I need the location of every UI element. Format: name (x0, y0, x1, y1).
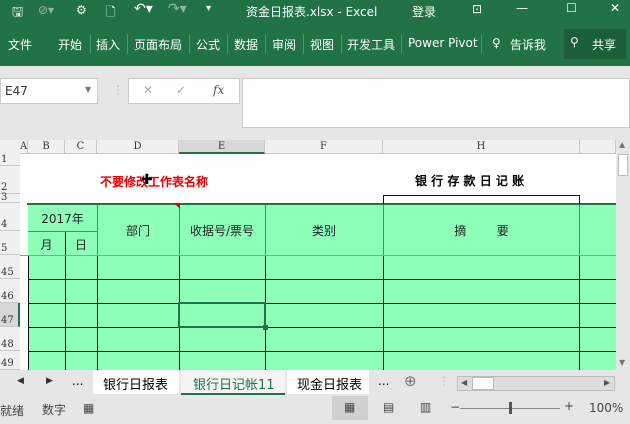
year-header: 2017年 (41, 212, 84, 226)
customize-qat-icon[interactable]: ▾ (206, 3, 211, 14)
column-header-h[interactable]: H (383, 140, 580, 154)
scroll-down-icon[interactable]: ▼ (619, 358, 625, 367)
row-header-49[interactable]: 49 (0, 351, 20, 370)
insert-function-icon[interactable]: fx (213, 83, 224, 97)
zoom-out-button[interactable]: − (450, 400, 460, 414)
grid-icon: ▦ (344, 400, 356, 414)
tab-home[interactable]: 开始 (58, 36, 82, 53)
tab-scroll-right-icon[interactable]: ▶ (46, 376, 53, 386)
day-header: 日 (74, 238, 87, 252)
sheet-tab-bar: ◀ ▶ ... 银行日报表 银行日记帐11 现金日报表 ... ⊕ ⋮ ◀ ▶ (0, 370, 630, 396)
row-header-4[interactable]: 4 (0, 203, 20, 231)
tab-power-pivot[interactable]: Power Pivot (408, 36, 478, 50)
zoom-level[interactable]: 100% (589, 401, 623, 415)
column-header-b[interactable]: B (28, 140, 65, 154)
status-bar: 就绪 数字 ▦ ▦ ▤ ▥ − + 100% (0, 396, 630, 424)
touch-mode-icon[interactable]: ⊘▾ (38, 3, 54, 17)
horizontal-scrollbar[interactable]: ◀ ▶ (457, 376, 615, 391)
row-header-3[interactable]: 3 (0, 193, 20, 203)
column-header-f[interactable]: F (265, 140, 383, 154)
row-header-45[interactable]: 45 (0, 255, 20, 279)
row-header-47[interactable]: 47 (0, 303, 20, 327)
tab-insert[interactable]: 插入 (96, 36, 120, 53)
tabs-more-left[interactable]: ... (72, 374, 83, 388)
tab-review[interactable]: 审阅 (272, 36, 296, 53)
page-layout-view-icon[interactable]: ▤ (383, 400, 394, 414)
page-break-view-icon[interactable]: ▥ (420, 400, 431, 414)
formula-buttons: ✕ ✓ fx (128, 78, 240, 104)
title-bar: 🖫 ⊘▾ ⚙ 🗋 ↶▾ ↷▾ ▾ 资金日报表.xlsx - Excel 登录 ⊡… (0, 0, 630, 22)
comment-indicator-icon[interactable] (174, 203, 180, 209)
column-header-i[interactable] (580, 140, 616, 154)
splitter-handle[interactable]: ⋮ (112, 83, 124, 97)
row-header-46[interactable]: 46 (0, 279, 20, 303)
undo-icon[interactable]: ↶▾ (134, 1, 153, 17)
row-header-2[interactable]: 2 (0, 166, 20, 194)
formula-bar: E47 ▼ ⋮ ✕ ✓ fx (0, 66, 630, 140)
zoom-slider-thumb[interactable] (509, 402, 512, 414)
formula-input[interactable] (242, 78, 630, 128)
scroll-thumb[interactable] (618, 154, 628, 176)
person-icon: ⚲ (570, 35, 579, 49)
tab-page-layout[interactable]: 页面布局 (134, 36, 182, 53)
close-button[interactable]: ✕ (610, 1, 620, 15)
window-title: 资金日报表.xlsx - Excel (246, 5, 378, 19)
row-header-48[interactable]: 48 (0, 327, 20, 351)
tab-data[interactable]: 数据 (234, 36, 258, 53)
tab-scroll-left-icon[interactable]: ◀ (17, 376, 24, 386)
sheet-title: 银 行 存 款 日 记 账 (415, 174, 525, 188)
active-cell-e47[interactable] (178, 302, 266, 328)
sheet-tab-bank-daily[interactable]: 银行日报表 (93, 370, 179, 394)
cancel-icon[interactable]: ✕ (143, 83, 153, 97)
sheet-tab-cash-daily[interactable]: 现金日报表 (287, 370, 369, 394)
name-box[interactable]: E47 ▼ (0, 78, 98, 104)
tab-developer[interactable]: 开发工具 (347, 36, 395, 53)
login-link[interactable]: 登录 (412, 3, 436, 20)
select-all-corner[interactable] (0, 140, 20, 154)
vertical-scrollbar[interactable]: ▲ ▼ (616, 140, 630, 370)
splitter-handle[interactable]: ⋮ (438, 374, 450, 388)
move-cursor-icon: ✚ (141, 172, 153, 188)
chevron-down-icon[interactable]: ▼ (85, 85, 91, 94)
tabs-more-right[interactable]: ... (378, 374, 389, 388)
macro-icon[interactable]: ⚙ (76, 3, 87, 17)
normal-view-button[interactable]: ▦ (332, 396, 368, 420)
tab-view[interactable]: 视图 (310, 36, 334, 53)
category-header: 类别 (311, 224, 336, 238)
warning-text: 不要修改工作表名称 (100, 175, 209, 189)
redo-icon[interactable]: ↷▾ (168, 1, 187, 17)
zoom-in-button[interactable]: + (564, 399, 574, 413)
scroll-left-icon[interactable]: ◀ (461, 378, 467, 387)
column-header-a[interactable]: A (20, 140, 28, 154)
scroll-right-icon[interactable]: ▶ (604, 378, 610, 387)
tell-me-search[interactable]: 告诉我 (510, 36, 546, 53)
status-num: 数字 (42, 403, 67, 417)
macro-record-icon[interactable]: ▦ (83, 401, 94, 415)
summary-header: 摘 要 (454, 224, 509, 238)
column-header-c[interactable]: C (65, 140, 97, 154)
maximize-button[interactable]: ☐ (566, 1, 577, 15)
column-header-d[interactable]: D (97, 140, 179, 154)
fill-handle[interactable] (263, 325, 268, 330)
ribbon-display-icon[interactable]: ⊡ (472, 2, 482, 16)
receipt-header: 收据号/票号 (189, 224, 255, 238)
print-preview-icon[interactable]: 🗋 (106, 3, 116, 24)
minimize-button[interactable]: — (516, 1, 528, 15)
month-header: 月 (40, 238, 53, 252)
h-scroll-thumb[interactable] (472, 377, 494, 390)
enter-icon[interactable]: ✓ (176, 83, 186, 97)
share-button[interactable]: ⚲ 共享 (564, 29, 626, 59)
lightbulb-icon: ♀ (492, 36, 501, 50)
sheet-tab-bank-journal[interactable]: 银行日记帐11 (181, 370, 285, 395)
scroll-up-icon[interactable]: ▲ (619, 140, 625, 149)
row-header-5[interactable]: 5 (0, 231, 20, 255)
ribbon-tabs: 文件 开始 插入 页面布局 公式 数据 审阅 视图 开发工具 Power Piv… (0, 22, 630, 66)
new-sheet-icon[interactable]: ⊕ (404, 372, 417, 390)
column-header-e[interactable]: E (179, 140, 265, 154)
tab-formulas[interactable]: 公式 (196, 36, 220, 53)
dept-header: 部门 (125, 224, 150, 238)
tab-file[interactable]: 文件 (8, 36, 32, 53)
status-ready: 就绪 (0, 404, 25, 418)
row-header-1[interactable]: 1 (0, 154, 20, 166)
